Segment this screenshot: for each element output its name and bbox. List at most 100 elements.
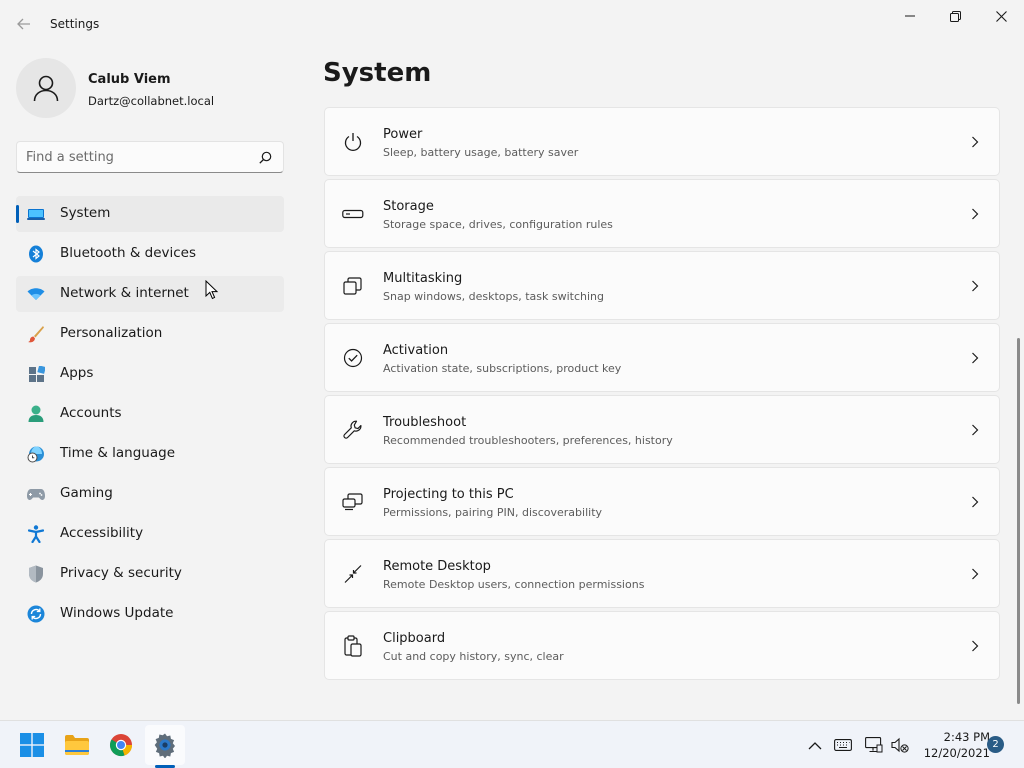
search-icon[interactable] [257, 149, 273, 165]
close-icon [995, 10, 1007, 22]
notification-badge[interactable]: 2 [987, 736, 1004, 753]
clock-time[interactable]: 2:43 PM [930, 730, 990, 744]
chrome-icon [109, 734, 133, 757]
sidebar-item-system[interactable]: System [16, 196, 284, 232]
start-button[interactable] [12, 725, 52, 765]
user-name: Calub Viem [88, 72, 171, 87]
sidebar-item-label: Apps [60, 365, 94, 381]
apps-icon [26, 364, 46, 384]
settings-app-button[interactable] [145, 725, 185, 765]
chevron-right-icon [967, 638, 983, 654]
file-explorer-button[interactable] [57, 725, 97, 765]
card-title: Remote Desktop [383, 559, 491, 574]
card-title: Clipboard [383, 631, 446, 646]
projecting-icon [342, 491, 364, 513]
sidebar: Calub Viem Dartz@collabnet.local System … [0, 48, 300, 720]
sidebar-item-privacy[interactable]: Privacy & security [16, 556, 284, 592]
card-title: Power [383, 127, 423, 142]
settings-card-remote-desktop[interactable]: Remote Desktop Remote Desktop users, con… [324, 539, 1000, 608]
card-description: Recommended troubleshooters, preferences… [383, 434, 673, 447]
sidebar-item-gaming[interactable]: Gaming [16, 476, 284, 512]
network-status-button[interactable] [863, 735, 885, 755]
sidebar-item-bluetooth[interactable]: Bluetooth & devices [16, 236, 284, 272]
show-hidden-icons-button[interactable] [804, 735, 826, 755]
check-circle-icon [342, 347, 364, 369]
card-description: Permissions, pairing PIN, discoverabilit… [383, 506, 603, 519]
vertical-scrollbar[interactable] [1017, 338, 1020, 704]
sidebar-item-time-language[interactable]: Time & language [16, 436, 284, 472]
person-icon [26, 404, 46, 424]
avatar[interactable] [16, 58, 76, 118]
card-description: Sleep, battery usage, battery saver [383, 146, 579, 159]
gamepad-icon [26, 484, 46, 504]
minimize-button[interactable] [887, 0, 933, 32]
page-title: System [323, 58, 432, 88]
card-title: Storage [383, 199, 434, 214]
sidebar-item-network[interactable]: Network & internet [16, 276, 284, 312]
start-icon [20, 733, 44, 757]
chevron-right-icon [967, 206, 983, 222]
back-button[interactable] [12, 12, 36, 36]
sidebar-item-accessibility[interactable]: Accessibility [16, 516, 284, 552]
clock-date[interactable]: 12/20/2021 [918, 746, 990, 760]
taskbar: 2:43 PM 12/20/2021 2 [0, 720, 1024, 768]
file-explorer-icon [65, 735, 89, 755]
remote-desktop-icon [342, 563, 364, 585]
card-description: Cut and copy history, sync, clear [383, 650, 564, 663]
settings-card-clipboard[interactable]: Clipboard Cut and copy history, sync, cl… [324, 611, 1000, 680]
chevron-up-icon [808, 741, 822, 749]
card-title: Troubleshoot [383, 415, 467, 430]
brush-icon [26, 324, 46, 344]
title-bar: Settings [0, 0, 1024, 48]
card-title: Multitasking [383, 271, 463, 286]
settings-card-troubleshoot[interactable]: Troubleshoot Recommended troubleshooters… [324, 395, 1000, 464]
card-description: Storage space, drives, configuration rul… [383, 218, 613, 231]
sidebar-item-label: Privacy & security [60, 565, 182, 581]
settings-card-multitasking[interactable]: Multitasking Snap windows, desktops, tas… [324, 251, 1000, 320]
restore-icon [949, 10, 961, 22]
restore-button[interactable] [932, 0, 978, 32]
card-description: Activation state, subscriptions, product… [383, 362, 622, 375]
search-input[interactable] [26, 148, 246, 166]
sidebar-item-label: Windows Update [60, 605, 174, 621]
arrow-left-icon [17, 18, 30, 30]
card-title: Projecting to this PC [383, 487, 514, 502]
globe-clock-icon [26, 444, 46, 464]
close-button[interactable] [978, 0, 1024, 32]
sidebar-item-label: System [60, 205, 111, 221]
card-description: Snap windows, desktops, task switching [383, 290, 605, 303]
user-email: Dartz@collabnet.local [88, 94, 215, 108]
sidebar-item-windows-update[interactable]: Windows Update [16, 596, 284, 632]
sidebar-item-personalization[interactable]: Personalization [16, 316, 284, 352]
bluetooth-icon [26, 244, 46, 264]
chevron-right-icon [967, 494, 983, 510]
settings-card-storage[interactable]: Storage Storage space, drives, configura… [324, 179, 1000, 248]
chrome-button[interactable] [101, 725, 141, 765]
search-box[interactable] [16, 141, 284, 173]
card-title: Activation [383, 343, 449, 358]
network-monitor-icon [865, 737, 883, 753]
chevron-right-icon [967, 350, 983, 366]
app-title: Settings [50, 17, 100, 31]
chevron-right-icon [967, 422, 983, 438]
sidebar-item-label: Time & language [60, 445, 176, 461]
storage-drive-icon [342, 203, 364, 225]
card-description: Remote Desktop users, connection permiss… [383, 578, 645, 591]
selection-indicator [16, 205, 19, 223]
settings-card-projecting[interactable]: Projecting to this PC Permissions, pairi… [324, 467, 1000, 536]
settings-card-list: Power Sleep, battery usage, battery save… [324, 107, 1000, 683]
user-profile[interactable]: Calub Viem Dartz@collabnet.local [16, 58, 286, 118]
sidebar-item-label: Accounts [60, 405, 122, 421]
sidebar-item-label: Personalization [60, 325, 163, 341]
volume-button[interactable] [889, 735, 911, 755]
sidebar-item-accounts[interactable]: Accounts [16, 396, 284, 432]
power-icon [342, 131, 364, 153]
settings-card-power[interactable]: Power Sleep, battery usage, battery save… [324, 107, 1000, 176]
wifi-icon [26, 284, 46, 304]
input-indicator-button[interactable] [832, 735, 854, 755]
settings-card-activation[interactable]: Activation Activation state, subscriptio… [324, 323, 1000, 392]
update-icon [26, 604, 46, 624]
sidebar-item-apps[interactable]: Apps [16, 356, 284, 392]
sidebar-nav: System Bluetooth & devices Network & int… [16, 196, 284, 636]
accessibility-icon [26, 524, 46, 544]
